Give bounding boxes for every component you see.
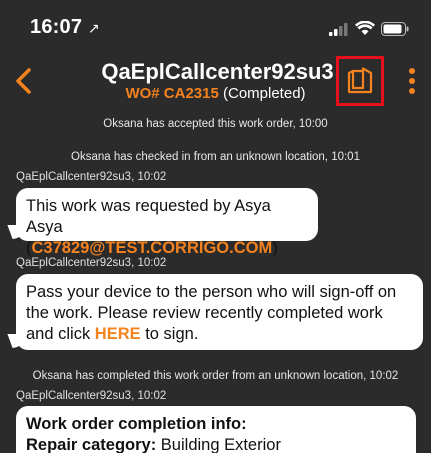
completion-heading: Work order completion info: xyxy=(26,415,247,433)
message-bubble: This work was requested by Asya Asya (C3… xyxy=(7,188,318,257)
message-bubble: Pass your device to the person who will … xyxy=(7,274,423,350)
message-text: the work. Please review recently complet… xyxy=(26,304,383,322)
system-message: Oksana has checked in from an unknown lo… xyxy=(71,151,360,163)
sign-off-button[interactable] xyxy=(336,56,384,106)
message-bubble: Work order completion info: Repair categ… xyxy=(16,406,416,453)
message-text: and click HERE to sign. xyxy=(26,325,199,343)
status-time: 16:07 ↗ xyxy=(30,16,100,38)
system-message: Oksana has accepted this work order, 10:… xyxy=(103,118,328,130)
sign-here-link[interactable]: HERE xyxy=(95,325,141,343)
message-text: Pass your device to the person who will … xyxy=(26,283,397,301)
message-text: This work was requested by Asya Asya xyxy=(26,197,271,236)
message-meta: QaEplCallcenter92su3, 10:02 xyxy=(16,171,167,183)
message-text-email-line: (C37829@TEST.CORRIGO.COM) xyxy=(26,239,278,257)
battery-icon xyxy=(381,21,409,36)
wifi-icon xyxy=(355,21,375,35)
completion-category: Repair category: Building Exterior xyxy=(26,436,281,453)
status-bar: 16:07 ↗ xyxy=(0,0,431,56)
bubble-tail xyxy=(7,334,27,348)
work-order-status: (Completed) xyxy=(223,85,306,102)
message-meta: QaEplCallcenter92su3, 10:02 xyxy=(16,257,167,269)
location-arrow-icon: ↗ xyxy=(87,20,100,36)
bubble-tail xyxy=(7,225,27,239)
more-menu-button[interactable] xyxy=(402,64,422,98)
menu-dot-icon xyxy=(409,78,415,84)
system-message: Oksana has completed this work order fro… xyxy=(32,370,399,382)
cellular-signal-icon xyxy=(329,22,348,36)
sign-document-icon xyxy=(347,67,373,94)
email-link[interactable]: C37829@TEST.CORRIGO.COM xyxy=(32,239,273,257)
menu-dot-icon xyxy=(409,68,415,74)
menu-dot-icon xyxy=(409,88,415,94)
message-meta: QaEplCallcenter92su3, 10:02 xyxy=(16,390,167,402)
nav-bar: QaEplCallcenter92su3 WO# CA2315 (Complet… xyxy=(0,56,431,108)
status-icons xyxy=(329,21,409,36)
work-order-number: WO# CA2315 xyxy=(125,85,219,102)
